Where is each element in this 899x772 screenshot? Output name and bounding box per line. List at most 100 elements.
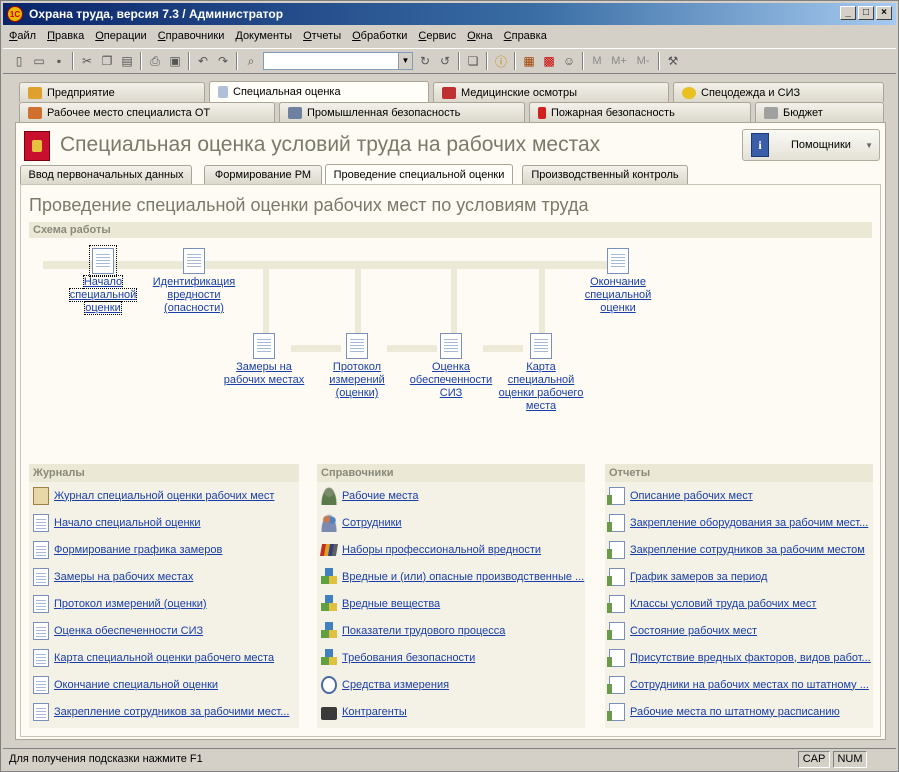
list-item[interactable]: Карта специальной оценки рабочего места bbox=[33, 648, 274, 668]
menu-file[interactable]: Файл bbox=[9, 30, 36, 42]
report-icon bbox=[607, 703, 625, 721]
print-icon[interactable]: ⎙ bbox=[145, 51, 165, 71]
new-document-icon[interactable]: ▯ bbox=[9, 51, 29, 71]
memory-plus-button[interactable]: M+ bbox=[607, 51, 631, 71]
document-icon bbox=[33, 595, 49, 613]
tools-icon[interactable]: ⚒ bbox=[663, 51, 683, 71]
list-item[interactable]: Закрепление сотрудников за рабочим место… bbox=[607, 540, 865, 560]
tab-fire-safety[interactable]: Пожарная безопасность bbox=[529, 102, 751, 122]
save-icon[interactable]: ▪ bbox=[49, 51, 69, 71]
subtab-production-control[interactable]: Производственный контроль bbox=[522, 165, 688, 184]
search-input[interactable]: ▼ bbox=[263, 52, 413, 70]
tab-budget[interactable]: Бюджет bbox=[755, 102, 884, 122]
list-item[interactable]: Закрепление сотрудников за рабочими мест… bbox=[33, 702, 289, 722]
node-end-assessment[interactable]: Окончание специальной оценки bbox=[568, 248, 668, 315]
list-item[interactable]: Средства измерения bbox=[321, 675, 449, 695]
list-item[interactable]: Вредные вещества bbox=[321, 594, 440, 614]
find-next-icon[interactable]: ↻ bbox=[415, 51, 435, 71]
menu-documents[interactable]: Документы bbox=[235, 30, 292, 42]
memory-m-button[interactable]: M bbox=[587, 51, 607, 71]
menu-reports[interactable]: Отчеты bbox=[303, 30, 341, 42]
menu-help[interactable]: Справка bbox=[504, 30, 547, 42]
document-icon bbox=[440, 333, 462, 359]
node-measurement-protocol[interactable]: Протокол измерений (оценки) bbox=[307, 333, 407, 400]
document-icon bbox=[530, 333, 552, 359]
subtab-rm-forming[interactable]: Формирование РМ bbox=[204, 165, 322, 184]
print-preview-icon[interactable]: ▣ bbox=[165, 51, 185, 71]
node-hazard-identification[interactable]: Идентификация вредности (опасности) bbox=[144, 248, 244, 315]
calendar-icon[interactable]: ▩ bbox=[539, 51, 559, 71]
list-item[interactable]: Требования безопасности bbox=[321, 648, 475, 668]
node-assessment-card[interactable]: Карта специальной оценки рабочего места bbox=[491, 333, 591, 413]
copy-icon[interactable]: ❐ bbox=[97, 51, 117, 71]
find-prev-icon[interactable]: ↺ bbox=[435, 51, 455, 71]
list-item[interactable]: Формирование графика замеров bbox=[33, 540, 222, 560]
user-lock-icon[interactable]: ☺ bbox=[559, 51, 579, 71]
node-start-assessment[interactable]: Начало специальной оценки bbox=[53, 245, 153, 315]
menu-operations[interactable]: Операции bbox=[95, 30, 146, 42]
menu-processing[interactable]: Обработки bbox=[352, 30, 407, 42]
sun-icon bbox=[682, 86, 696, 99]
menu-windows[interactable]: Окна bbox=[467, 30, 493, 42]
list-item[interactable]: Замеры на рабочих местах bbox=[33, 567, 193, 587]
menu-edit[interactable]: Правка bbox=[47, 30, 84, 42]
search-icon[interactable]: ⌕ bbox=[241, 51, 261, 71]
minimize-button[interactable]: _ bbox=[840, 6, 856, 20]
maximize-button[interactable]: □ bbox=[858, 6, 874, 20]
redo-icon[interactable]: ↷ bbox=[213, 51, 233, 71]
menu-service[interactable]: Сервис bbox=[418, 30, 456, 42]
status-hint: Для получения подсказки нажмите F1 bbox=[9, 753, 203, 765]
helpers-button[interactable]: i Помощники ▼ bbox=[742, 129, 880, 161]
list-item[interactable]: Сотрудники bbox=[321, 513, 402, 533]
list-item[interactable]: Состояние рабочих мест bbox=[607, 621, 757, 641]
list-item[interactable]: Оценка обеспеченности СИЗ bbox=[33, 621, 203, 641]
tab-ot-workplace[interactable]: Рабочее место специалиста ОТ bbox=[19, 102, 275, 122]
tab-workwear[interactable]: Спецодежда и СИЗ bbox=[673, 82, 884, 102]
memory-minus-button[interactable]: M- bbox=[631, 51, 655, 71]
budget-icon bbox=[764, 106, 778, 119]
list-item[interactable]: Вредные и (или) опасные производственные… bbox=[321, 567, 584, 587]
report-icon bbox=[607, 622, 625, 640]
app-logo-icon: 1С bbox=[7, 6, 23, 22]
list-item[interactable]: Протокол измерений (оценки) bbox=[33, 594, 207, 614]
node-ppe-assessment[interactable]: Оценка обеспеченности СИЗ bbox=[401, 333, 501, 400]
list-item[interactable]: Рабочие места bbox=[321, 486, 419, 506]
windows-icon[interactable]: ❏ bbox=[463, 51, 483, 71]
people-icon bbox=[321, 514, 337, 532]
list-item[interactable]: Контрагенты bbox=[321, 702, 407, 722]
chevron-down-icon[interactable]: ▼ bbox=[398, 53, 412, 69]
subtab-conducting-assessment[interactable]: Проведение специальной оценки bbox=[325, 164, 513, 184]
open-folder-icon[interactable]: ▭ bbox=[29, 51, 49, 71]
close-button[interactable]: × bbox=[876, 6, 892, 20]
assessment-panel: Проведение специальной оценки рабочих ме… bbox=[20, 184, 881, 737]
calculator-icon[interactable]: ▦ bbox=[519, 51, 539, 71]
node-workplace-measurements[interactable]: Замеры на рабочих местах bbox=[214, 333, 314, 387]
list-item[interactable]: Начало специальной оценки bbox=[33, 513, 201, 533]
tab-industrial-safety[interactable]: Промышленная безопасность bbox=[279, 102, 525, 122]
list-item[interactable]: Журнал специальной оценки рабочих мест bbox=[33, 486, 274, 506]
tab-medical[interactable]: Медицинские осмотры bbox=[433, 82, 669, 102]
list-item[interactable]: Закрепление оборудования за рабочим мест… bbox=[607, 513, 868, 533]
document-icon bbox=[346, 333, 368, 359]
subtab-initial-data[interactable]: Ввод первоначальных данных bbox=[20, 165, 192, 184]
menu-catalogs[interactable]: Справочники bbox=[158, 30, 225, 42]
list-item[interactable]: Наборы профессиональной вредности bbox=[319, 540, 541, 560]
undo-icon[interactable]: ↶ bbox=[193, 51, 213, 71]
list-item[interactable]: Показатели трудового процесса bbox=[321, 621, 505, 641]
list-item[interactable]: Окончание специальной оценки bbox=[33, 675, 218, 695]
document-icon bbox=[607, 248, 629, 274]
list-item[interactable]: Присутствие вредных факторов, видов рабо… bbox=[607, 648, 871, 668]
paste-icon[interactable]: ▤ bbox=[117, 51, 137, 71]
chevron-down-icon: ▼ bbox=[865, 141, 873, 150]
list-item[interactable]: Сотрудники на рабочих местах по штатному… bbox=[607, 675, 869, 695]
tab-enterprise[interactable]: Предприятие bbox=[19, 82, 205, 102]
cut-icon[interactable]: ✂ bbox=[77, 51, 97, 71]
report-icon bbox=[607, 649, 625, 667]
list-item[interactable]: Рабочие места по штатному расписанию bbox=[607, 702, 840, 722]
books-icon bbox=[319, 544, 339, 556]
list-item[interactable]: Классы условий труда рабочих мест bbox=[607, 594, 816, 614]
list-item[interactable]: График замеров за период bbox=[607, 567, 767, 587]
tab-special-assessment[interactable]: Специальная оценка bbox=[209, 81, 429, 102]
list-item[interactable]: Описание рабочих мест bbox=[607, 486, 753, 506]
info-icon[interactable]: ⓘ bbox=[491, 51, 511, 71]
